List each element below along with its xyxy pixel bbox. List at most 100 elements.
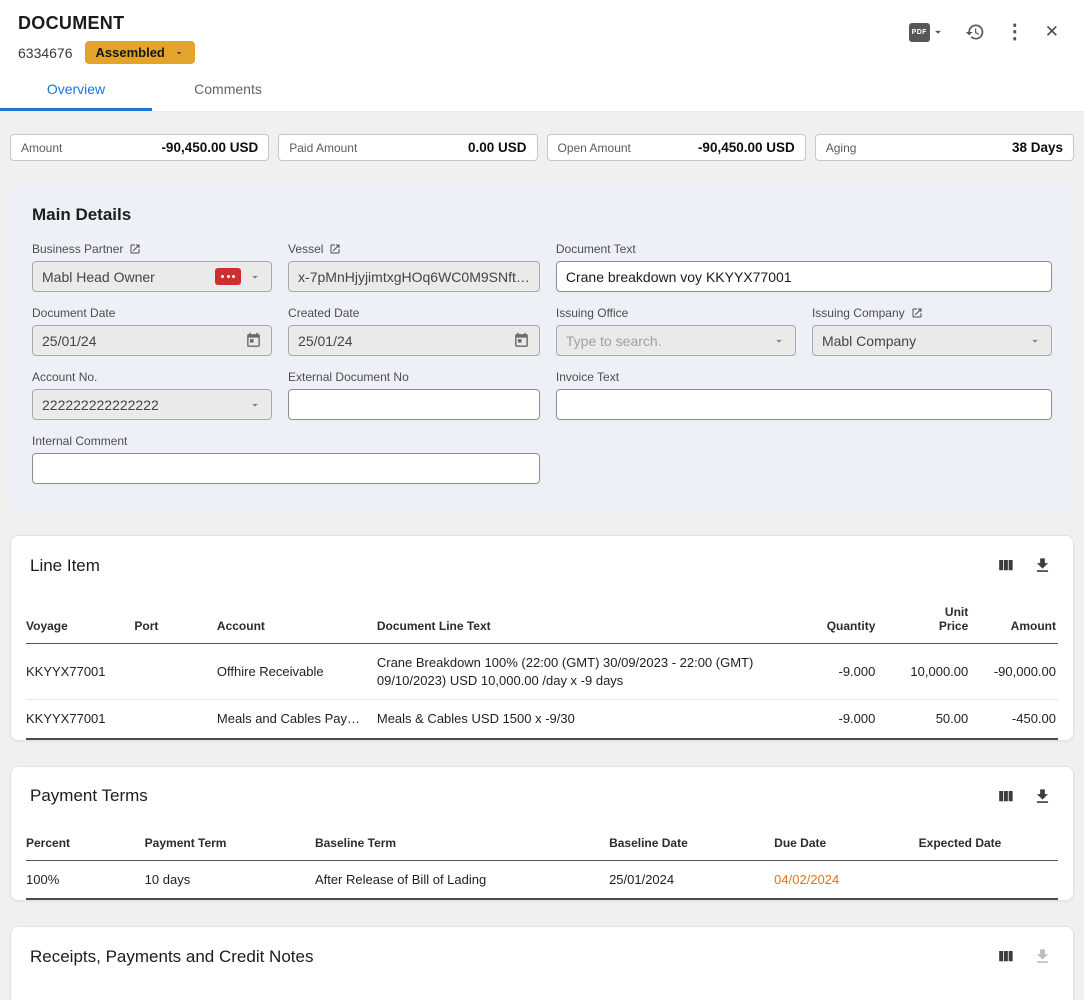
field-document-text: Document Text bbox=[556, 242, 1052, 292]
field-external-document-no: External Document No bbox=[288, 370, 540, 420]
cell-expected-date bbox=[919, 860, 1058, 899]
payment-terms-header-row: Percent Payment Term Baseline Term Basel… bbox=[26, 820, 1058, 861]
tab-overview[interactable]: Overview bbox=[0, 68, 152, 111]
chevron-down-icon bbox=[174, 48, 184, 58]
field-created-date: Created Date 25/01/24 bbox=[288, 306, 540, 356]
issuing-office-select: Type to search. bbox=[556, 325, 796, 356]
cell-voyage: KKYYX77001 bbox=[26, 644, 134, 700]
columns-button[interactable] bbox=[994, 785, 1017, 808]
field-issuing-company: Issuing Company Mabl Company bbox=[812, 306, 1052, 356]
cell-baseline-date: 25/01/2024 bbox=[609, 860, 774, 899]
chevron-down-icon bbox=[931, 25, 945, 39]
external-document-no-input[interactable] bbox=[288, 389, 540, 420]
cell-payment-term: 10 days bbox=[145, 860, 315, 899]
close-button[interactable]: ✕ bbox=[1040, 17, 1064, 47]
summary-label: Paid Amount bbox=[289, 141, 357, 155]
calendar-icon bbox=[245, 332, 262, 349]
col-document-no: Document No bbox=[186, 980, 418, 1000]
account-no-select: 222222222222222 bbox=[32, 389, 272, 420]
field-label: Document Text bbox=[556, 242, 636, 256]
document-content: Amount -90,450.00 USD Paid Amount 0.00 U… bbox=[0, 112, 1084, 1000]
summary-value: -90,450.00 USD bbox=[698, 140, 795, 155]
payment-terms-table: Percent Payment Term Baseline Term Basel… bbox=[26, 820, 1058, 901]
field-label: Account No. bbox=[32, 370, 97, 384]
summary-card-paid-amount: Paid Amount 0.00 USD bbox=[278, 134, 537, 161]
cell-amount: -90,000.00 bbox=[970, 644, 1058, 700]
field-label: Vessel bbox=[288, 242, 323, 256]
business-partner-select: Mabl Head Owner bbox=[32, 261, 272, 292]
receipts-title: Receipts, Payments and Credit Notes bbox=[30, 947, 313, 967]
cell-port bbox=[134, 700, 217, 739]
field-vessel: Vessel x-7pMnHjyjimtxgHOq6WC0M9SNft… bbox=[288, 242, 540, 292]
field-label: Document Date bbox=[32, 306, 115, 320]
summary-value: -90,450.00 USD bbox=[161, 140, 258, 155]
kebab-menu-icon: ⋮ bbox=[1005, 22, 1025, 42]
summary-label: Aging bbox=[826, 141, 857, 155]
columns-icon bbox=[996, 947, 1015, 966]
status-badge[interactable]: Assembled bbox=[85, 41, 195, 64]
col-percent: Percent bbox=[26, 820, 145, 861]
external-link-icon[interactable] bbox=[329, 243, 341, 255]
chevron-down-icon bbox=[248, 270, 262, 284]
receipts-section: Receipts, Payments and Credit Notes bbox=[10, 926, 1074, 1000]
created-date-value: 25/01/24 bbox=[298, 333, 506, 349]
summary-card-open-amount: Open Amount -90,450.00 USD bbox=[547, 134, 806, 161]
col-account: Account bbox=[217, 589, 377, 644]
field-label: Issuing Office bbox=[556, 306, 628, 320]
cell-document-line-text: Crane Breakdown 100% (22:00 (GMT) 30/09/… bbox=[377, 644, 790, 700]
cell-quantity: -9.000 bbox=[790, 644, 878, 700]
history-button[interactable] bbox=[960, 17, 990, 47]
document-header-text: DOCUMENT 6334676 Assembled bbox=[18, 13, 195, 64]
col-amount: Amount bbox=[924, 980, 1058, 1000]
field-label: Issuing Company bbox=[812, 306, 905, 320]
download-button[interactable] bbox=[1031, 554, 1054, 577]
receipts-table: Document No Document Date Document Type … bbox=[26, 980, 1058, 1000]
col-document-line-text: Document Line Text bbox=[377, 589, 790, 644]
more-menu-button[interactable]: ⋮ bbox=[1000, 17, 1030, 47]
columns-button[interactable] bbox=[994, 554, 1017, 577]
pdf-icon: PDF bbox=[909, 23, 930, 42]
document-header: DOCUMENT 6334676 Assembled PDF ⋮ ✕ bbox=[0, 0, 1084, 68]
internal-comment-input[interactable] bbox=[32, 453, 540, 484]
columns-icon bbox=[996, 556, 1015, 575]
vessel-value: x-7pMnHjyjimtxgHOq6WC0M9SNft… bbox=[298, 269, 530, 285]
tab-comments[interactable]: Comments bbox=[152, 68, 304, 111]
document-text-input[interactable] bbox=[556, 261, 1052, 292]
cell-quantity: -9.000 bbox=[790, 700, 878, 739]
field-account-no: Account No. 222222222222222 bbox=[32, 370, 272, 420]
payment-terms-section: Payment Terms Percent Payment Term Basel bbox=[10, 766, 1074, 902]
col-due-date: Due Date bbox=[774, 820, 918, 861]
col-unit-price: Unit Price bbox=[877, 589, 970, 644]
external-link-icon[interactable] bbox=[911, 307, 923, 319]
field-label: Created Date bbox=[288, 306, 359, 320]
pdf-download-button[interactable]: PDF bbox=[904, 18, 950, 47]
tab-bar: Overview Comments bbox=[0, 68, 1084, 112]
cell-percent: 100% bbox=[26, 860, 145, 899]
main-details-title: Main Details bbox=[32, 205, 1052, 225]
field-issuing-office: Issuing Office Type to search. bbox=[556, 306, 796, 356]
field-label: External Document No bbox=[288, 370, 409, 384]
col-quantity: Quantity bbox=[790, 589, 878, 644]
download-button[interactable] bbox=[1031, 785, 1054, 808]
columns-button[interactable] bbox=[994, 945, 1017, 968]
external-link-icon[interactable] bbox=[129, 243, 141, 255]
cell-port bbox=[134, 644, 217, 700]
col-voyage: Voyage bbox=[26, 589, 134, 644]
field-label: Business Partner bbox=[32, 242, 123, 256]
summary-row: Amount -90,450.00 USD Paid Amount 0.00 U… bbox=[10, 134, 1074, 161]
field-invoice-text: Invoice Text bbox=[556, 370, 1052, 420]
col-select bbox=[26, 980, 186, 1000]
business-partner-value: Mabl Head Owner bbox=[42, 269, 208, 285]
document-date-field: 25/01/24 bbox=[32, 325, 272, 356]
cell-unit-price: 10,000.00 bbox=[877, 644, 970, 700]
chevron-down-icon bbox=[772, 334, 786, 348]
tab-comments-label: Comments bbox=[194, 81, 262, 97]
line-item-table: Voyage Port Account Document Line Text Q… bbox=[26, 589, 1058, 740]
col-port: Port bbox=[134, 589, 217, 644]
download-icon bbox=[1033, 556, 1052, 575]
download-button-disabled bbox=[1031, 945, 1054, 968]
col-payment-term: Payment Term bbox=[145, 820, 315, 861]
col-document-date: Document Date bbox=[418, 980, 676, 1000]
invoice-text-input[interactable] bbox=[556, 389, 1052, 420]
col-expected-date: Expected Date bbox=[919, 820, 1058, 861]
